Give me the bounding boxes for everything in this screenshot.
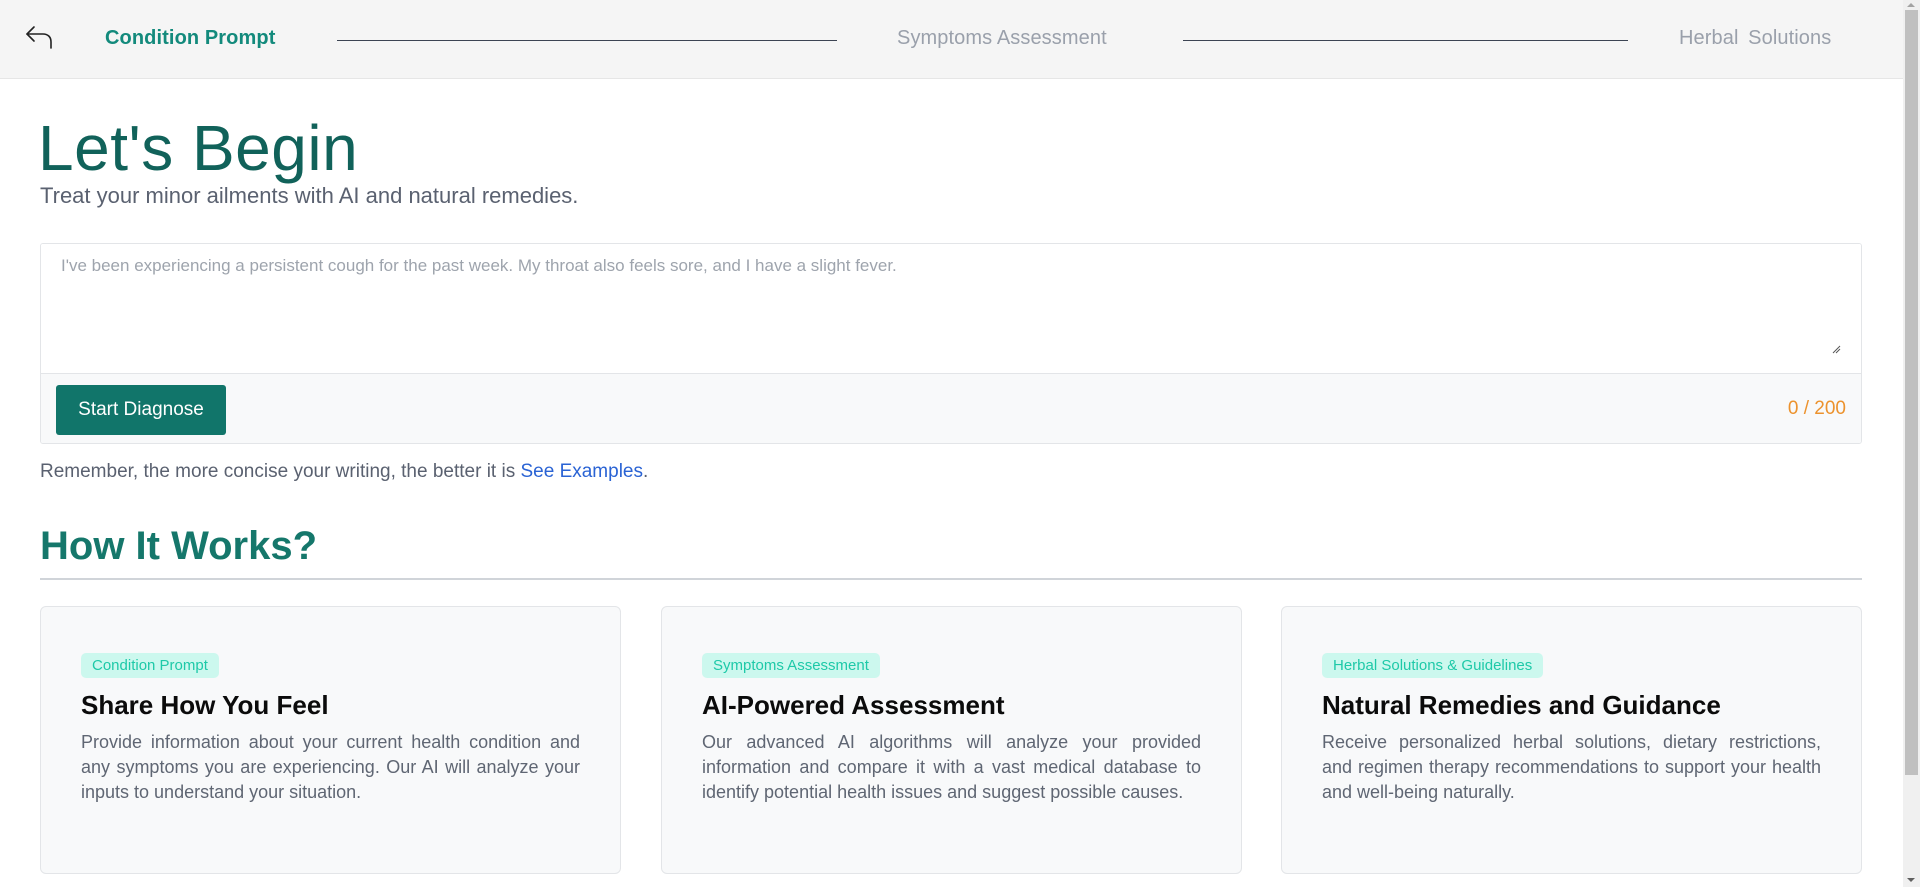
step-connector: [1183, 40, 1628, 41]
hint-suffix: .: [643, 461, 649, 482]
step-connector: [337, 40, 837, 41]
card-title: AI-Powered Assessment: [702, 690, 1005, 720]
hint-text: Remember, the more concise your writing,…: [40, 461, 521, 482]
writing-hint: Remember, the more concise your writing,…: [40, 461, 648, 483]
page-subtitle: Treat your minor ailments with AI and na…: [40, 183, 579, 208]
step-symptoms-assessment[interactable]: Symptoms Assessment: [897, 24, 1107, 52]
card-description: Our advanced AI algorithms will analyze …: [702, 732, 1201, 802]
step-condition-prompt[interactable]: Condition Prompt: [105, 24, 275, 52]
step-badge: Condition Prompt: [81, 653, 219, 678]
vertical-scrollbar[interactable]: [1903, 0, 1920, 887]
scroll-up-arrow-icon[interactable]: [1907, 3, 1915, 7]
page-title: Let's Begin: [38, 112, 359, 184]
stepper-header: Condition Prompt Symptoms Assessment Her…: [0, 0, 1903, 79]
step-herbal-solutions[interactable]: Herbal Solutions: [1679, 24, 1831, 52]
back-arrow-icon: [26, 26, 52, 49]
symptom-input[interactable]: [41, 244, 1861, 373]
character-counter: 0 / 200: [1787, 398, 1846, 419]
step-card: Symptoms Assessment AI-Powered Assessmen…: [661, 606, 1242, 874]
resize-handle-icon[interactable]: [1831, 344, 1841, 354]
card-title: Share How You Feel: [81, 690, 329, 720]
see-examples-link[interactable]: See Examples: [520, 461, 643, 482]
card-title: Natural Remedies and Guidance: [1322, 690, 1721, 720]
step-badge: Herbal Solutions & Guidelines: [1322, 653, 1544, 678]
how-it-works-title: How It Works?: [40, 524, 318, 568]
back-button[interactable]: [22, 22, 56, 52]
symptom-form: Start Diagnose 0 / 200: [40, 243, 1862, 444]
step-card: Condition Prompt Share How You Feel Prov…: [40, 606, 621, 874]
form-footer: Start Diagnose 0 / 200: [41, 373, 1861, 443]
scrollbar-thumb[interactable]: [1905, 10, 1918, 775]
scroll-down-arrow-icon[interactable]: [1907, 878, 1915, 882]
card-description: Receive personalized herbal solutions, d…: [1322, 732, 1821, 802]
step-badge: Symptoms Assessment: [702, 653, 880, 678]
section-divider: [40, 578, 1862, 580]
step-card: Herbal Solutions & Guidelines Natural Re…: [1281, 606, 1862, 874]
start-diagnose-button[interactable]: Start Diagnose: [56, 385, 226, 435]
card-description: Provide information about your current h…: [81, 732, 580, 802]
page: Condition Prompt Symptoms Assessment Her…: [0, 0, 1903, 887]
